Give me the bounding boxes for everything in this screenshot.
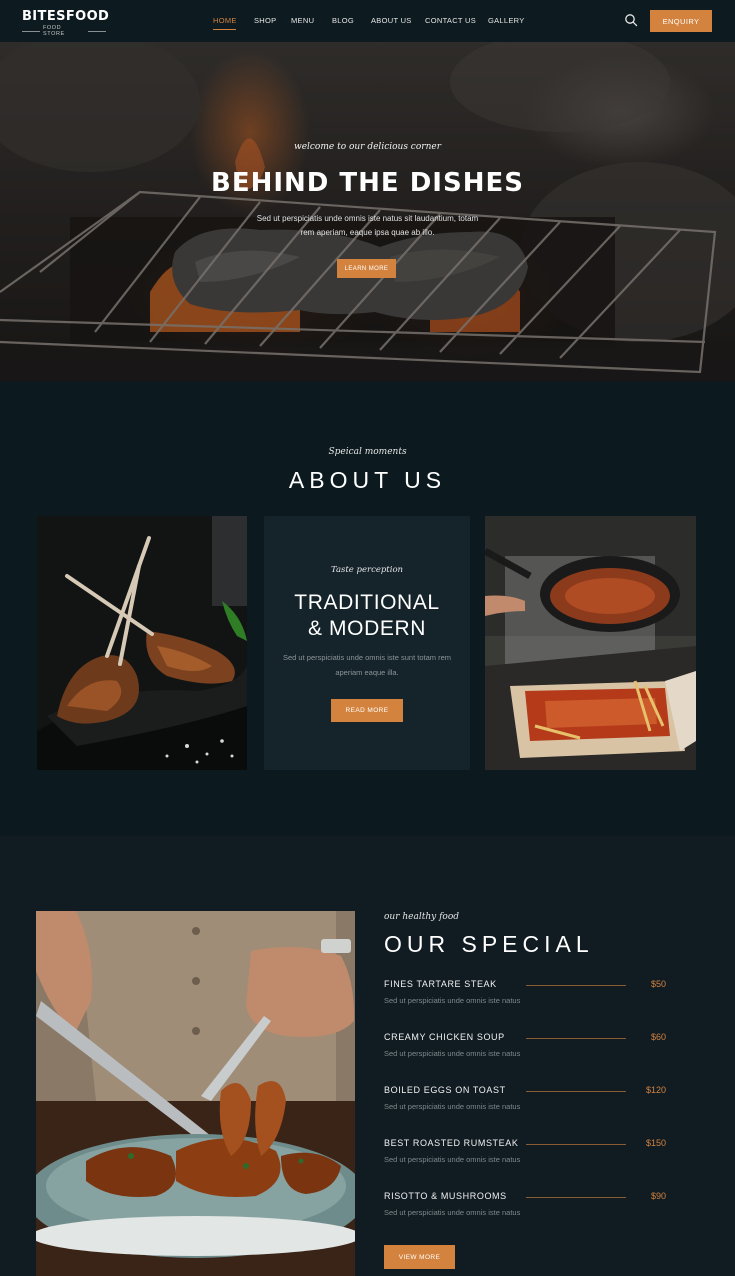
menu-item-name: CREAMY CHICKEN SOUP (384, 1032, 505, 1042)
special-title: OUR SPECIAL (384, 931, 594, 957)
nav-item-menu[interactable]: MENU (291, 16, 314, 25)
menu-item-price: $120 (645, 1085, 666, 1095)
menu-item-description: Sed ut perspiciatis unde omnis iste natu… (384, 1155, 521, 1164)
learn-more-button[interactable]: LEARN MORE (337, 259, 396, 278)
divider (22, 30, 40, 32)
menu-item-price: $90 (650, 1191, 666, 1201)
brand-tagline-row: FOOD STORE (22, 25, 106, 37)
nav-item-contact-us[interactable]: CONTACT US (425, 16, 476, 25)
nav-item-blog[interactable]: BLOG (332, 16, 354, 25)
read-more-button[interactable]: READ MORE (331, 699, 403, 722)
lamb-chops-image (37, 516, 247, 770)
search-icon[interactable] (624, 13, 638, 27)
nav-item-about-us[interactable]: ABOUT US (371, 16, 412, 25)
menu-item-name: BEST ROASTED RUMSTEAK (384, 1138, 519, 1148)
card-title-line-1: TRADITIONAL (294, 591, 440, 614)
about-section: Speical moments ABOUT US Taste perceptio… (0, 381, 735, 836)
menu-item-name: BOILED EGGS ON TOAST (384, 1085, 506, 1095)
menu-item-name: RISOTTO & MUSHROOMS (384, 1191, 507, 1201)
special-tagline: our healthy food (384, 912, 460, 922)
menu-item-divider (526, 985, 626, 986)
brand-tagline: FOOD STORE (42, 25, 65, 37)
menu-item-divider (526, 1197, 626, 1198)
menu-item[interactable]: BOILED EGGS ON TOAST $120 Sed ut perspic… (384, 1085, 674, 1121)
nav-item-home[interactable]: HOME (213, 16, 237, 25)
our-special-section: our healthy food OUR SPECIAL FINES TARTA… (0, 836, 735, 1276)
menu-item-divider (526, 1038, 626, 1039)
pan-and-fries-image (485, 516, 696, 770)
view-more-button[interactable]: VIEW MORE (384, 1245, 455, 1269)
enquiry-button[interactable]: ENQUIRY (650, 10, 712, 32)
menu-item-price: $150 (645, 1138, 666, 1148)
divider (88, 30, 106, 32)
card-title-line-2: & MODERN (308, 617, 426, 640)
nav-item-gallery[interactable]: GALLERY (488, 16, 525, 25)
hero-title: BEHIND THE DISHES (211, 168, 524, 198)
brand-name: BITESFOOD (22, 9, 110, 24)
menu-item-description: Sed ut perspiciatis unde omnis iste natu… (384, 1049, 521, 1058)
about-title: ABOUT US (288, 467, 447, 493)
about-tagline: Speical moments (328, 447, 407, 457)
menu-item-description: Sed ut perspiciatis unde omnis iste natu… (384, 996, 521, 1005)
menu-item-divider (526, 1144, 626, 1145)
menu-item-description: Sed ut perspiciatis unde omnis iste natu… (384, 1102, 521, 1111)
menu-item[interactable]: CREAMY CHICKEN SOUP $60 Sed ut perspicia… (384, 1032, 674, 1068)
hero-banner: welcome to our delicious corner BEHIND T… (0, 42, 735, 381)
top-navbar: BITESFOOD FOOD STORE HOME SHOP MENU BLOG… (0, 0, 735, 42)
chef-plating-image (36, 911, 355, 1276)
card-tagline: Taste perception (330, 565, 404, 575)
brand-logo[interactable]: BITESFOOD FOOD STORE (22, 9, 110, 37)
nav-item-shop[interactable]: SHOP (254, 16, 276, 25)
card-description: Sed ut perspiciatis unde omnis iste sunt… (283, 653, 451, 677)
menu-item-description: Sed ut perspiciatis unde omnis iste natu… (384, 1208, 521, 1217)
hero-description: Sed ut perspiciatis unde omnis iste natu… (256, 214, 479, 237)
menu-item[interactable]: BEST ROASTED RUMSTEAK $150 Sed ut perspi… (384, 1138, 674, 1174)
hero-tagline: welcome to our delicious corner (293, 142, 441, 152)
card-title: TRADITIONAL & MODERN (264, 590, 470, 642)
menu-item-price: $50 (650, 979, 666, 989)
menu-item[interactable]: FINES TARTARE STEAK $50 Sed ut perspicia… (384, 979, 674, 1015)
menu-item-divider (526, 1091, 626, 1092)
active-nav-underline (213, 29, 236, 30)
menu-item-price: $60 (650, 1032, 666, 1042)
traditional-modern-card: Taste perception TRADITIONAL & MODERN Se… (264, 516, 470, 770)
menu-item[interactable]: RISOTTO & MUSHROOMS $90 Sed ut perspicia… (384, 1191, 674, 1227)
menu-item-name: FINES TARTARE STEAK (384, 979, 497, 989)
